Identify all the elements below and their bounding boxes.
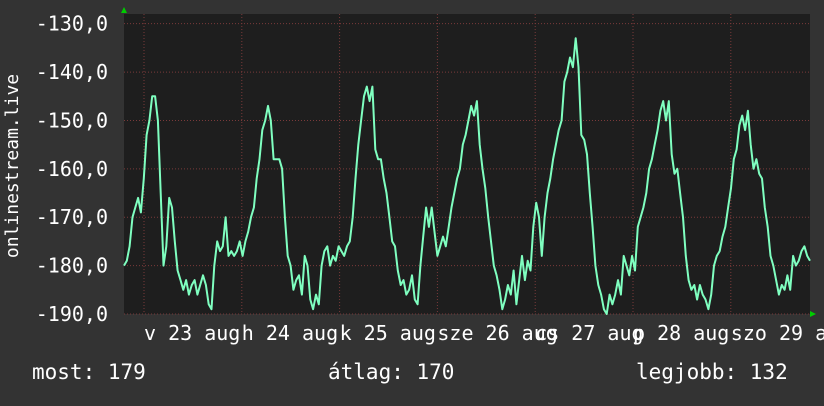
chart: -130,0 -140,0 -150,0 -160,0 -170,0 -180,0 -190… <box>0 0 824 402</box>
stat-average: átlag: 170 <box>328 360 455 384</box>
x-axis-arrow-icon <box>810 311 816 317</box>
y-tick-label: -150,0 <box>36 108 108 132</box>
y-tick-labels: -130,0 -140,0 -150,0 -160,0 -170,0 -180,0 -190… <box>36 12 108 326</box>
x-tick-labels: v 23 aug h 24 aug k 25 aug sze 26 augcs 27 … <box>144 321 824 345</box>
x-tick-label: szo 29 aug <box>731 321 824 345</box>
x-tick-label: p 28 aug <box>633 321 729 345</box>
stats-bar: most: 179 átlag: 170 legjobb: 132 <box>0 360 824 390</box>
stat-current: most: 179 <box>32 360 146 384</box>
y-axis-label: onlinestream.live <box>2 74 23 258</box>
y-tick-label: -190,0 <box>36 302 108 326</box>
plot-area <box>124 14 810 314</box>
x-tick-label: v 23 aug <box>144 321 240 345</box>
stat-best: legjobb: 132 <box>636 360 788 384</box>
chart-svg: -130,0 -140,0 -150,0 -160,0 -170,0 -180,0 -190… <box>2 7 824 345</box>
x-tick-label: h 24 aug <box>242 321 338 345</box>
y-tick-label: -170,0 <box>36 205 108 229</box>
y-tick-label: -140,0 <box>36 60 108 84</box>
y-tick-label: -130,0 <box>36 12 108 36</box>
y-axis-arrow-icon <box>121 7 127 13</box>
x-tick-label: k 25 aug <box>340 321 436 345</box>
x-tick-label: cs 27 aug <box>535 321 643 345</box>
y-tick-label: -180,0 <box>36 254 108 278</box>
y-tick-label: -160,0 <box>36 157 108 181</box>
